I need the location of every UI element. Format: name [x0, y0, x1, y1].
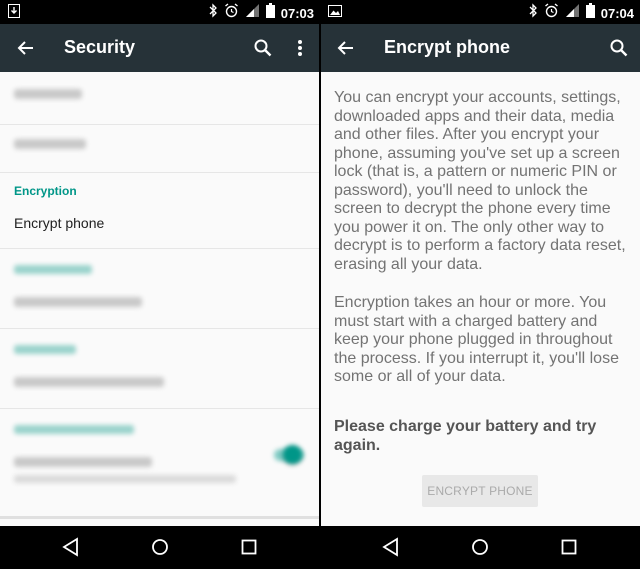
encrypt-phone-button[interactable]: ENCRYPT PHONE: [422, 475, 538, 507]
page-title: Security: [64, 37, 136, 57]
battery-icon: [585, 3, 595, 23]
alarm-icon: [544, 3, 559, 23]
security-screen: 07:03 Security Encryption Encrypt phone: [0, 0, 320, 526]
description-paragraph-1: You can encrypt your accounts, settings,…: [334, 89, 626, 273]
signal-icon: [245, 3, 260, 23]
encrypt-phone-screen: 07:04 Encrypt phone You can encrypt your…: [320, 0, 640, 526]
signal-icon: [565, 3, 580, 23]
divider: [0, 516, 320, 519]
bluetooth-icon: [208, 3, 218, 23]
more-vert-icon[interactable]: [288, 36, 312, 60]
back-nav-icon[interactable]: [60, 536, 82, 558]
status-bar: 07:03: [0, 0, 320, 24]
arrow-back-icon[interactable]: [334, 36, 358, 60]
divider: [0, 248, 320, 249]
navigation-bar: [320, 526, 640, 569]
toggle-switch[interactable]: [283, 445, 302, 464]
status-bar: 07:04: [320, 0, 640, 24]
bluetooth-icon: [528, 3, 538, 23]
battery-warning: Please charge your battery and try again…: [334, 418, 597, 454]
back-nav-icon[interactable]: [380, 536, 402, 558]
description-paragraph-2: Encryption takes an hour or more. You mu…: [334, 294, 619, 385]
download-notification-icon: [8, 4, 20, 23]
app-bar: Encrypt phone: [320, 24, 640, 72]
divider: [0, 328, 320, 329]
divider: [0, 124, 320, 125]
encrypt-description: You can encrypt your accounts, settings,…: [320, 72, 640, 526]
divider: [0, 408, 320, 409]
recents-nav-icon[interactable]: [558, 536, 580, 558]
search-icon[interactable]: [607, 36, 631, 60]
image-notification-icon: [328, 4, 342, 23]
battery-icon: [265, 3, 275, 23]
recents-nav-icon[interactable]: [238, 536, 260, 558]
home-nav-icon[interactable]: [469, 536, 491, 558]
status-time: 07:04: [600, 5, 634, 21]
screen-divider: [319, 0, 321, 569]
alarm-icon: [224, 3, 239, 23]
encryption-header: Encryption: [14, 184, 77, 198]
navigation-bar: [0, 526, 320, 569]
page-title: Encrypt phone: [384, 37, 511, 57]
encrypt-phone-item[interactable]: Encrypt phone: [14, 215, 104, 231]
status-time: 07:03: [280, 5, 314, 21]
search-icon[interactable]: [251, 36, 275, 60]
settings-list: Encryption Encrypt phone: [0, 72, 320, 526]
divider: [0, 172, 320, 173]
app-bar: Security: [0, 24, 320, 72]
arrow-back-icon[interactable]: [14, 36, 38, 60]
home-nav-icon[interactable]: [149, 536, 171, 558]
